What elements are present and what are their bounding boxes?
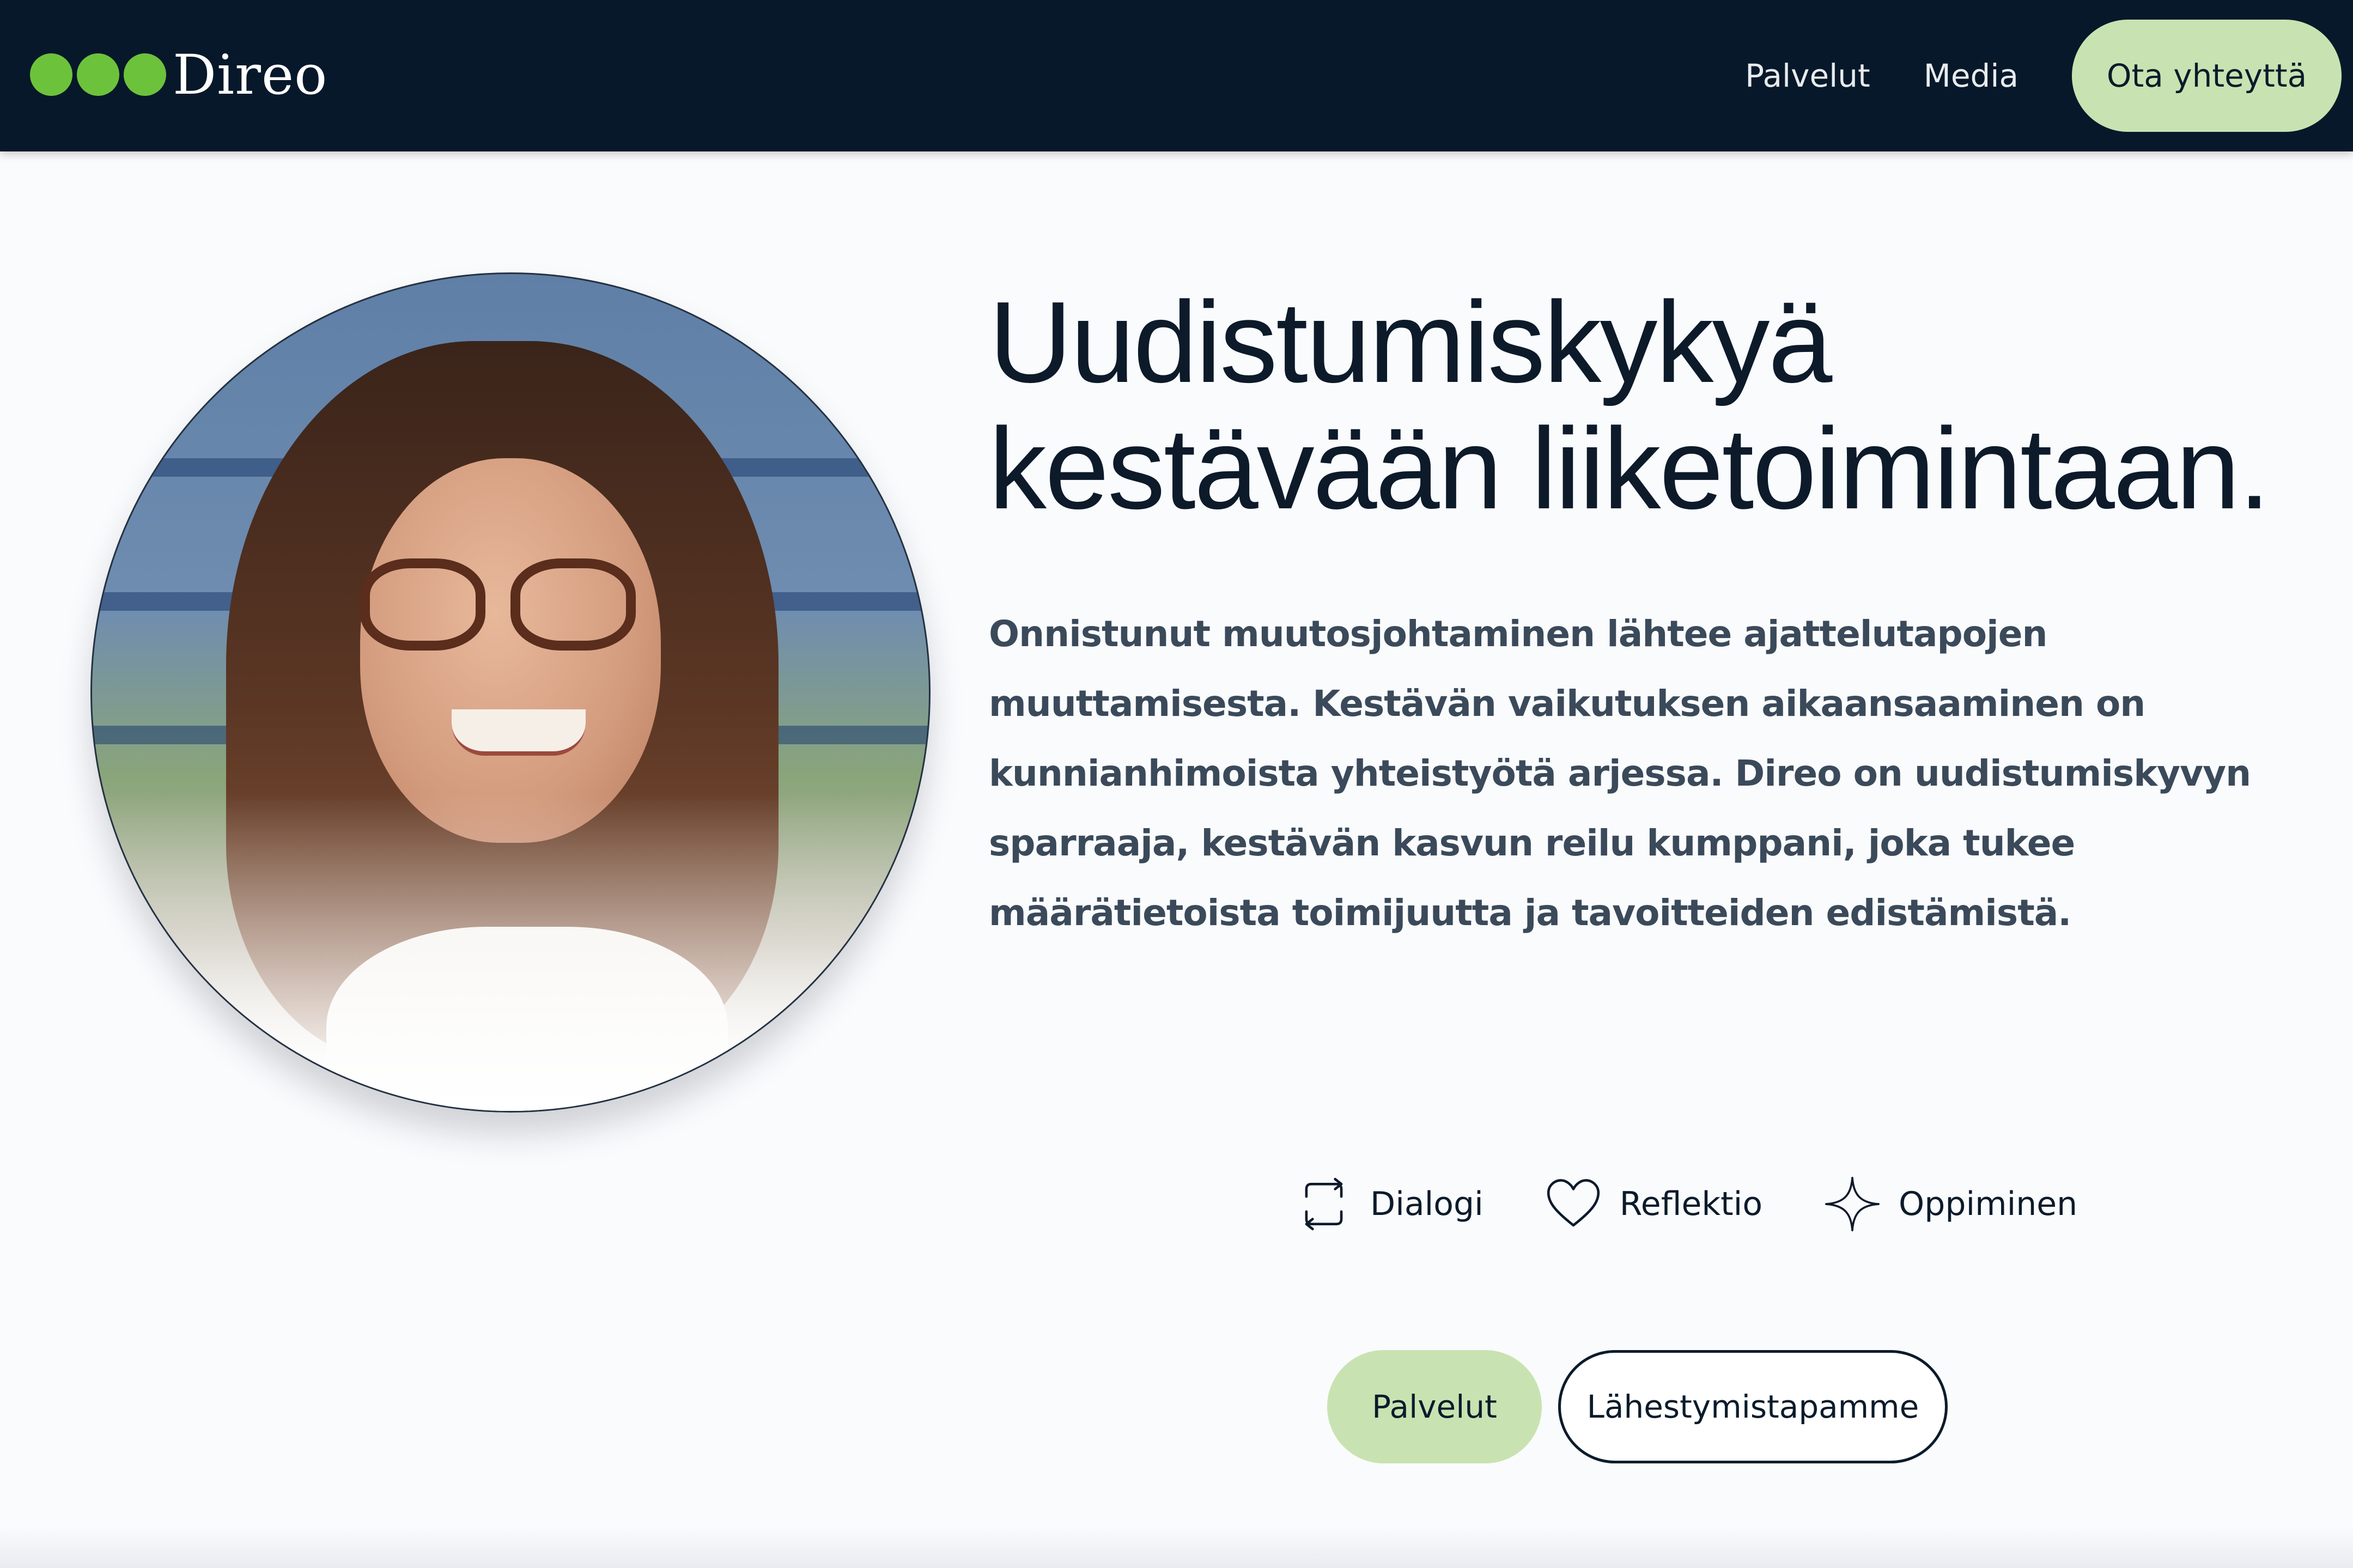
services-button[interactable]: Palvelut — [1327, 1350, 1542, 1463]
value-label-dialogi: Dialogi — [1370, 1185, 1483, 1223]
logo[interactable]: Direo — [30, 39, 327, 110]
headline-line-2: kestävään liiketoimintaan. — [989, 404, 2271, 533]
value-dialogi: Dialogi — [1294, 1174, 1483, 1234]
approach-button[interactable]: Lähestymistapamme — [1558, 1350, 1948, 1463]
value-pillars: Dialogi Reflektio Oppiminen — [1294, 1169, 2137, 1239]
section-divider-shadow — [0, 1526, 2353, 1568]
nav-link-media[interactable]: Media — [1924, 57, 2018, 94]
logo-dot — [77, 53, 119, 96]
logo-dot — [124, 53, 166, 96]
contact-button[interactable]: Ota yhteyttä — [2072, 20, 2342, 132]
hero-headline: Uudistumiskykyä kestävään liiketoimintaa… — [989, 279, 2296, 532]
main-nav: Palvelut Media Ota yhteyttä — [1745, 0, 2353, 151]
headline-line-1: Uudistumiskykyä — [989, 277, 1832, 406]
sparkle-icon — [1825, 1177, 1880, 1231]
nav-link-palvelut[interactable]: Palvelut — [1745, 57, 1870, 94]
hero-intro: Onnistunut muutosjohtaminen lähtee ajatt… — [989, 613, 2251, 934]
site-header: Direo Palvelut Media Ota yhteyttä — [0, 0, 2353, 151]
logo-dots — [30, 53, 166, 96]
hero-portrait — [90, 272, 931, 1113]
value-oppiminen: Oppiminen — [1822, 1174, 2077, 1234]
hero-actions: Palvelut Lähestymistapamme — [1327, 1350, 1948, 1463]
portrait-fade — [92, 274, 929, 1111]
repeat-arrows-icon — [1305, 1177, 1343, 1231]
logo-text: Direo — [173, 42, 328, 107]
heart-icon — [1547, 1179, 1600, 1227]
value-label-reflektio: Reflektio — [1619, 1185, 1763, 1223]
logo-dot — [30, 53, 72, 96]
value-reflektio: Reflektio — [1543, 1174, 1762, 1234]
value-label-oppiminen: Oppiminen — [1899, 1185, 2078, 1223]
